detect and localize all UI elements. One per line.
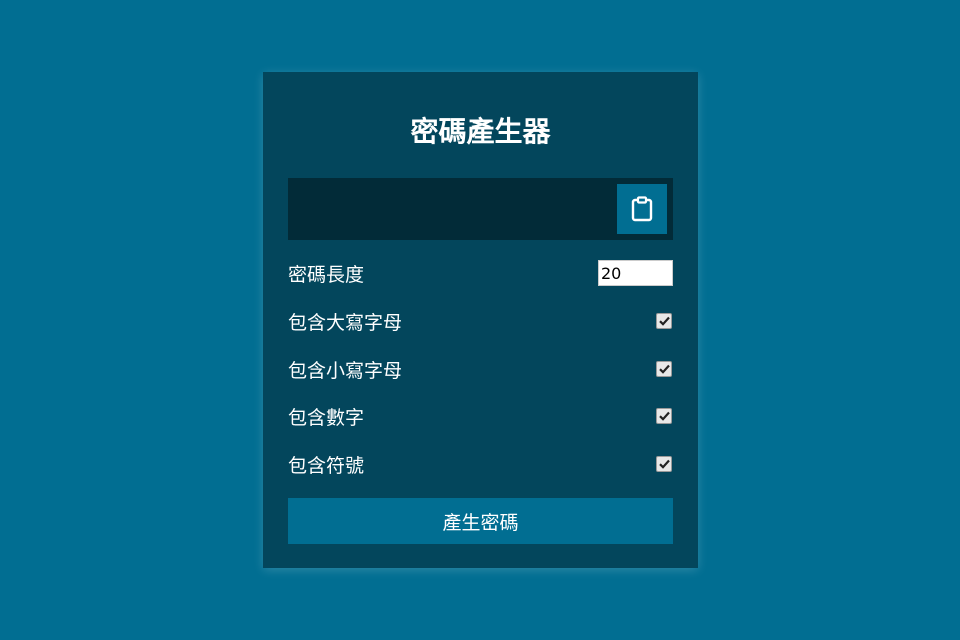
symbols-label: 包含符號 <box>288 454 365 477</box>
symbols-checkbox[interactable] <box>656 456 672 472</box>
numbers-label: 包含數字 <box>288 406 365 429</box>
checkmark-icon <box>658 459 670 469</box>
copy-to-clipboard-button[interactable] <box>617 184 667 234</box>
clipboard-icon <box>631 196 653 222</box>
password-generator-card: 密碼產生器 密碼長度 包含大寫字母 包含小寫字母 包含數字 <box>263 72 698 568</box>
numbers-row: 包含數字 <box>288 401 673 431</box>
checkmark-icon <box>658 411 670 421</box>
lowercase-checkbox[interactable] <box>656 361 672 377</box>
length-input[interactable] <box>598 260 673 286</box>
uppercase-row: 包含大寫字母 <box>288 306 673 336</box>
uppercase-label: 包含大寫字母 <box>288 311 403 334</box>
length-label: 密碼長度 <box>288 263 365 286</box>
lowercase-row: 包含小寫字母 <box>288 354 673 384</box>
symbols-row: 包含符號 <box>288 449 673 479</box>
length-row: 密碼長度 <box>288 258 673 288</box>
lowercase-label: 包含小寫字母 <box>288 359 403 382</box>
numbers-checkbox[interactable] <box>656 408 672 424</box>
password-result-box[interactable] <box>288 178 673 240</box>
uppercase-checkbox[interactable] <box>656 313 672 329</box>
generate-password-button[interactable]: 產生密碼 <box>288 498 673 544</box>
checkmark-icon <box>658 316 670 326</box>
checkmark-icon <box>658 364 670 374</box>
page-title: 密碼產生器 <box>410 115 551 148</box>
